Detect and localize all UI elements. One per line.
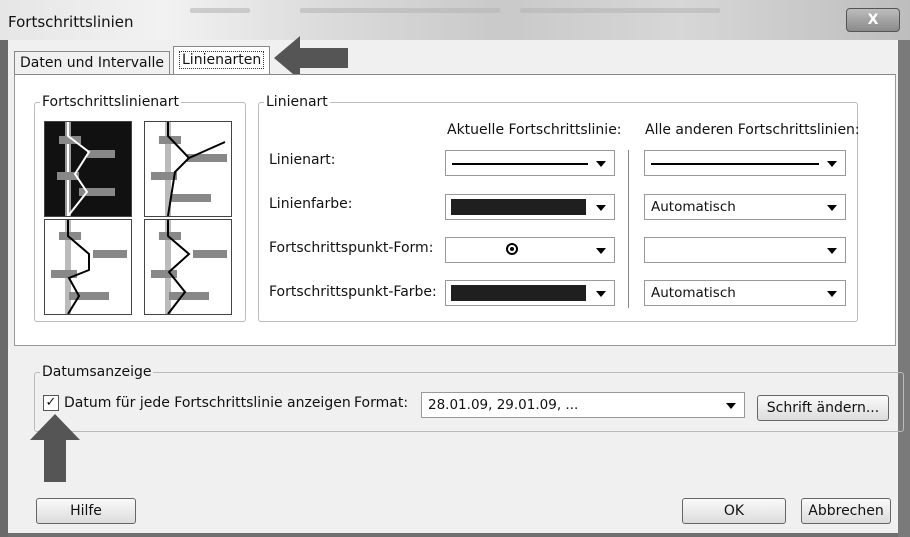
window-frame-left: [0, 0, 8, 537]
progress-line-style-option-4[interactable]: [144, 219, 232, 315]
close-button[interactable]: X: [846, 8, 900, 32]
progress-line-style-option-3[interactable]: [44, 219, 132, 315]
show-date-checkbox-label: Datum für jede Fortschrittslinie anzeige…: [64, 395, 351, 411]
current-point-shape-select[interactable]: [445, 237, 615, 263]
others-line-type-select[interactable]: [644, 150, 846, 176]
color-swatch: [451, 285, 586, 301]
tab-linienarten-label: Linienarten: [179, 51, 265, 69]
circle-dot-icon: [506, 243, 518, 255]
tab-daten-und-intervalle[interactable]: Daten und Intervalle: [14, 51, 170, 76]
chevron-down-icon: [596, 205, 606, 211]
chevron-down-icon: [827, 205, 837, 211]
help-button[interactable]: Hilfe: [36, 498, 136, 524]
change-font-button[interactable]: Schrift ändern...: [757, 395, 889, 421]
others-line-color-value: Automatisch: [651, 199, 736, 215]
up-arrow-icon: [30, 414, 80, 482]
others-point-shape-select[interactable]: [644, 237, 846, 263]
blurred-background-text: [190, 8, 250, 13]
progress-line-style-label: Fortschrittslinienart: [40, 94, 181, 110]
chevron-down-icon: [596, 291, 606, 297]
chevron-down-icon: [726, 403, 736, 409]
ok-button[interactable]: OK: [682, 498, 786, 524]
row-label-linienart: Linienart:: [269, 152, 336, 168]
chevron-down-icon: [596, 161, 606, 167]
solid-line-icon: [452, 163, 588, 165]
others-point-color-select[interactable]: Automatisch: [644, 280, 846, 306]
current-line-type-select[interactable]: [445, 150, 615, 176]
date-format-select[interactable]: 28.01.09, 29.01.09, ...: [421, 392, 745, 418]
window-frame-right: [898, 40, 910, 537]
solid-line-icon: [651, 163, 819, 165]
chevron-down-icon: [827, 161, 837, 167]
others-line-color-select[interactable]: Automatisch: [644, 194, 846, 220]
blurred-background-text: [300, 8, 500, 13]
cancel-button[interactable]: Abbrechen: [801, 498, 891, 524]
column-header-current: Aktuelle Fortschrittslinie:: [447, 122, 622, 138]
progress-line-style-option-2[interactable]: [144, 121, 232, 217]
progress-line-style-option-1[interactable]: [44, 121, 132, 217]
row-label-punkt-form: Fortschrittspunkt-Form:: [269, 240, 434, 256]
row-label-punkt-farbe: Fortschrittspunkt-Farbe:: [269, 284, 437, 300]
chevron-down-icon: [596, 248, 606, 254]
current-line-color-select[interactable]: [445, 194, 615, 220]
line-type-group-label: Linienart: [264, 94, 330, 110]
column-divider: [628, 150, 629, 308]
color-swatch: [451, 199, 586, 215]
date-display-group-label: Datumsanzeige: [40, 364, 154, 380]
row-label-linienfarbe: Linienfarbe:: [269, 196, 353, 212]
blurred-background-text: [520, 8, 720, 13]
window-title: Fortschrittslinien: [8, 13, 134, 31]
chevron-down-icon: [827, 248, 837, 254]
chevron-down-icon: [827, 291, 837, 297]
column-header-others: Alle anderen Fortschrittslinien:: [645, 122, 860, 138]
show-date-checkbox[interactable]: ✓: [43, 395, 59, 411]
tab-linienarten[interactable]: Linienarten: [173, 46, 271, 75]
date-format-value: 28.01.09, 29.01.09, ...: [428, 397, 579, 413]
current-point-color-select[interactable]: [445, 280, 615, 306]
format-label: Format:: [354, 395, 409, 411]
title-bar: Fortschrittslinien X: [0, 0, 910, 40]
others-point-color-value: Automatisch: [651, 285, 736, 301]
